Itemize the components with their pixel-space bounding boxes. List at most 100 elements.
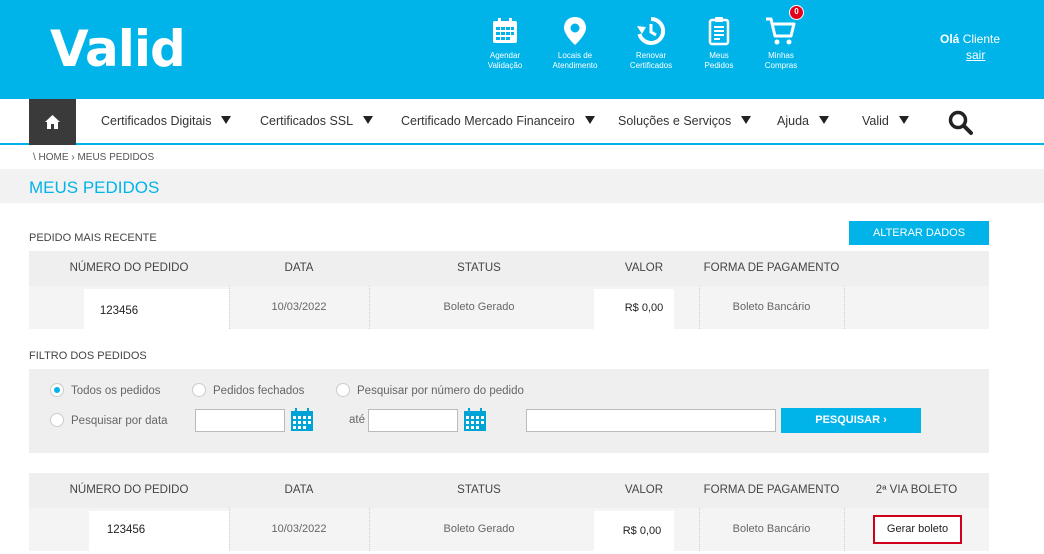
radio-all-orders[interactable]: Todos os pedidos [50, 383, 161, 397]
title-band: MEUS PEDIDOS [0, 169, 1044, 203]
main-nav: Certificados Digitais Certificados SSL C… [0, 99, 1044, 145]
column-header: VALOR [624, 262, 664, 274]
header-link-label: Renovar [635, 51, 667, 60]
greeting-text: Olá [940, 32, 960, 46]
order-date: 10/03/2022 [271, 523, 327, 535]
radio-indicator [192, 383, 206, 397]
caret-down-icon [898, 116, 909, 124]
nav-item-label: Ajuda [777, 114, 809, 128]
column-header: NÚMERO DO PEDIDO [69, 262, 189, 274]
gerar-boleto-button[interactable]: Gerar boleto [873, 515, 962, 544]
caret-down-icon [584, 116, 595, 124]
nav-item-ajuda[interactable]: Ajuda [777, 114, 829, 128]
user-name: Cliente [962, 32, 1001, 46]
table-row: 123456 10/03/2022 Boleto Gerado R$ 0,00 … [29, 508, 989, 551]
nav-item-valid[interactable]: Valid [862, 114, 909, 128]
order-status: Boleto Gerado [443, 301, 515, 313]
site-header: Valid Agendar Validação Locais de Atendime… [0, 0, 1044, 99]
column-header: 2ª VIA BOLETO [875, 484, 958, 496]
header-link-compras[interactable]: 0 Minhas Compras [746, 5, 816, 71]
column-divider [844, 508, 845, 551]
date-range-separator: até [349, 414, 365, 426]
column-header: NÚMERO DO PEDIDO [69, 484, 189, 496]
cart-count-badge: 0 [789, 5, 804, 20]
radio-selected-indicator [50, 383, 64, 397]
radio-label: Pesquisar por número do pedido [357, 385, 524, 397]
calendar-icon [493, 18, 517, 43]
nav-item-label: Certificado Mercado Financeiro [401, 114, 575, 128]
header-link-label: Locais de [557, 51, 593, 60]
header-link-label: Meus [709, 51, 729, 60]
nav-item-mercado-financeiro[interactable]: Certificado Mercado Financeiro [401, 114, 595, 128]
order-number-input[interactable] [526, 409, 776, 432]
header-link-label: Certificados [629, 61, 673, 70]
order-number: 123456 [106, 524, 146, 536]
caret-down-icon [221, 116, 232, 124]
breadcrumb[interactable]: \ HOME › MEUS PEDIDOS [33, 152, 154, 163]
nav-item-certificados-digitais[interactable]: Certificados Digitais [101, 114, 232, 128]
nav-item-certificados-ssl[interactable]: Certificados SSL [260, 114, 374, 128]
valid-logo[interactable]: Valid [50, 20, 186, 78]
order-value: R$ 0,00 [624, 302, 664, 314]
date-from-picker[interactable] [290, 408, 314, 437]
nav-item-label: Soluções e Serviços [618, 114, 732, 128]
search-icon [948, 110, 973, 135]
orders-table: NÚMERO DO PEDIDO DATA STATUS VALOR FORMA… [29, 473, 989, 551]
column-header: VALOR [624, 484, 664, 496]
radio-search-by-date[interactable]: Pesquisar por data [50, 413, 168, 427]
location-pin-icon [564, 17, 586, 45]
order-status: Boleto Gerado [443, 523, 515, 535]
logout-link[interactable]: sair [966, 48, 985, 62]
date-from-input[interactable] [195, 409, 285, 432]
column-header: FORMA DE PAGAMENTO [703, 484, 840, 496]
home-button[interactable] [29, 99, 76, 145]
radio-label: Todos os pedidos [71, 385, 161, 397]
header-link-label: Pedidos [704, 61, 734, 70]
caret-down-icon [741, 116, 752, 124]
date-to-picker[interactable] [463, 408, 487, 437]
caret-down-icon [363, 116, 374, 124]
nav-item-label: Valid [862, 114, 889, 128]
column-divider [844, 286, 845, 329]
table-header: NÚMERO DO PEDIDO DATA STATUS VALOR FORMA… [29, 473, 989, 508]
column-header: DATA [284, 484, 314, 496]
header-link-label: Validação [487, 61, 523, 70]
date-to-input[interactable] [368, 409, 458, 432]
header-link-pedidos[interactable]: Meus Pedidos [684, 16, 754, 71]
calendar-icon [291, 408, 313, 431]
user-greeting: Olá Cliente [940, 32, 1000, 46]
column-header: DATA [284, 262, 314, 274]
filter-label: FILTRO DOS PEDIDOS [29, 350, 147, 362]
header-link-locais[interactable]: Locais de Atendimento [540, 16, 610, 71]
radio-label: Pedidos fechados [213, 385, 305, 397]
column-header: FORMA DE PAGAMENTO [703, 262, 840, 274]
header-link-label: Minhas [768, 51, 794, 60]
column-header: STATUS [457, 262, 501, 274]
nav-item-label: Certificados Digitais [101, 114, 212, 128]
header-link-label: Atendimento [552, 61, 598, 70]
table-header: NÚMERO DO PEDIDO DATA STATUS VALOR FORMA… [29, 251, 989, 286]
table-row: 123456 10/03/2022 Boleto Gerado R$ 0,00 … [29, 286, 989, 329]
home-icon [45, 115, 60, 129]
radio-search-by-number[interactable]: Pesquisar por número do pedido [336, 383, 524, 397]
search-orders-button[interactable]: PESQUISAR › [781, 408, 921, 433]
calendar-icon [464, 408, 486, 431]
order-value: R$ 0,00 [622, 525, 662, 537]
recent-order-label: PEDIDO MAIS RECENTE [29, 232, 157, 244]
nav-item-label: Certificados SSL [260, 114, 354, 128]
radio-label: Pesquisar por data [71, 415, 168, 427]
order-payment: Boleto Bancário [732, 301, 811, 313]
renew-clock-icon [637, 16, 666, 45]
alterar-dados-button[interactable]: ALTERAR DADOS [849, 221, 989, 245]
clipboard-icon [708, 17, 730, 46]
caret-down-icon [818, 116, 829, 124]
nav-item-solucoes[interactable]: Soluções e Serviços [618, 114, 752, 128]
header-link-agendar[interactable]: Agendar Validação [470, 16, 540, 71]
recent-order-table: NÚMERO DO PEDIDO DATA STATUS VALOR FORMA… [29, 251, 989, 329]
column-header: STATUS [457, 484, 501, 496]
radio-closed-orders[interactable]: Pedidos fechados [192, 383, 304, 397]
header-link-renovar[interactable]: Renovar Certificados [616, 16, 686, 71]
search-button[interactable] [948, 110, 974, 141]
order-date: 10/03/2022 [271, 301, 327, 313]
radio-indicator [50, 413, 64, 427]
